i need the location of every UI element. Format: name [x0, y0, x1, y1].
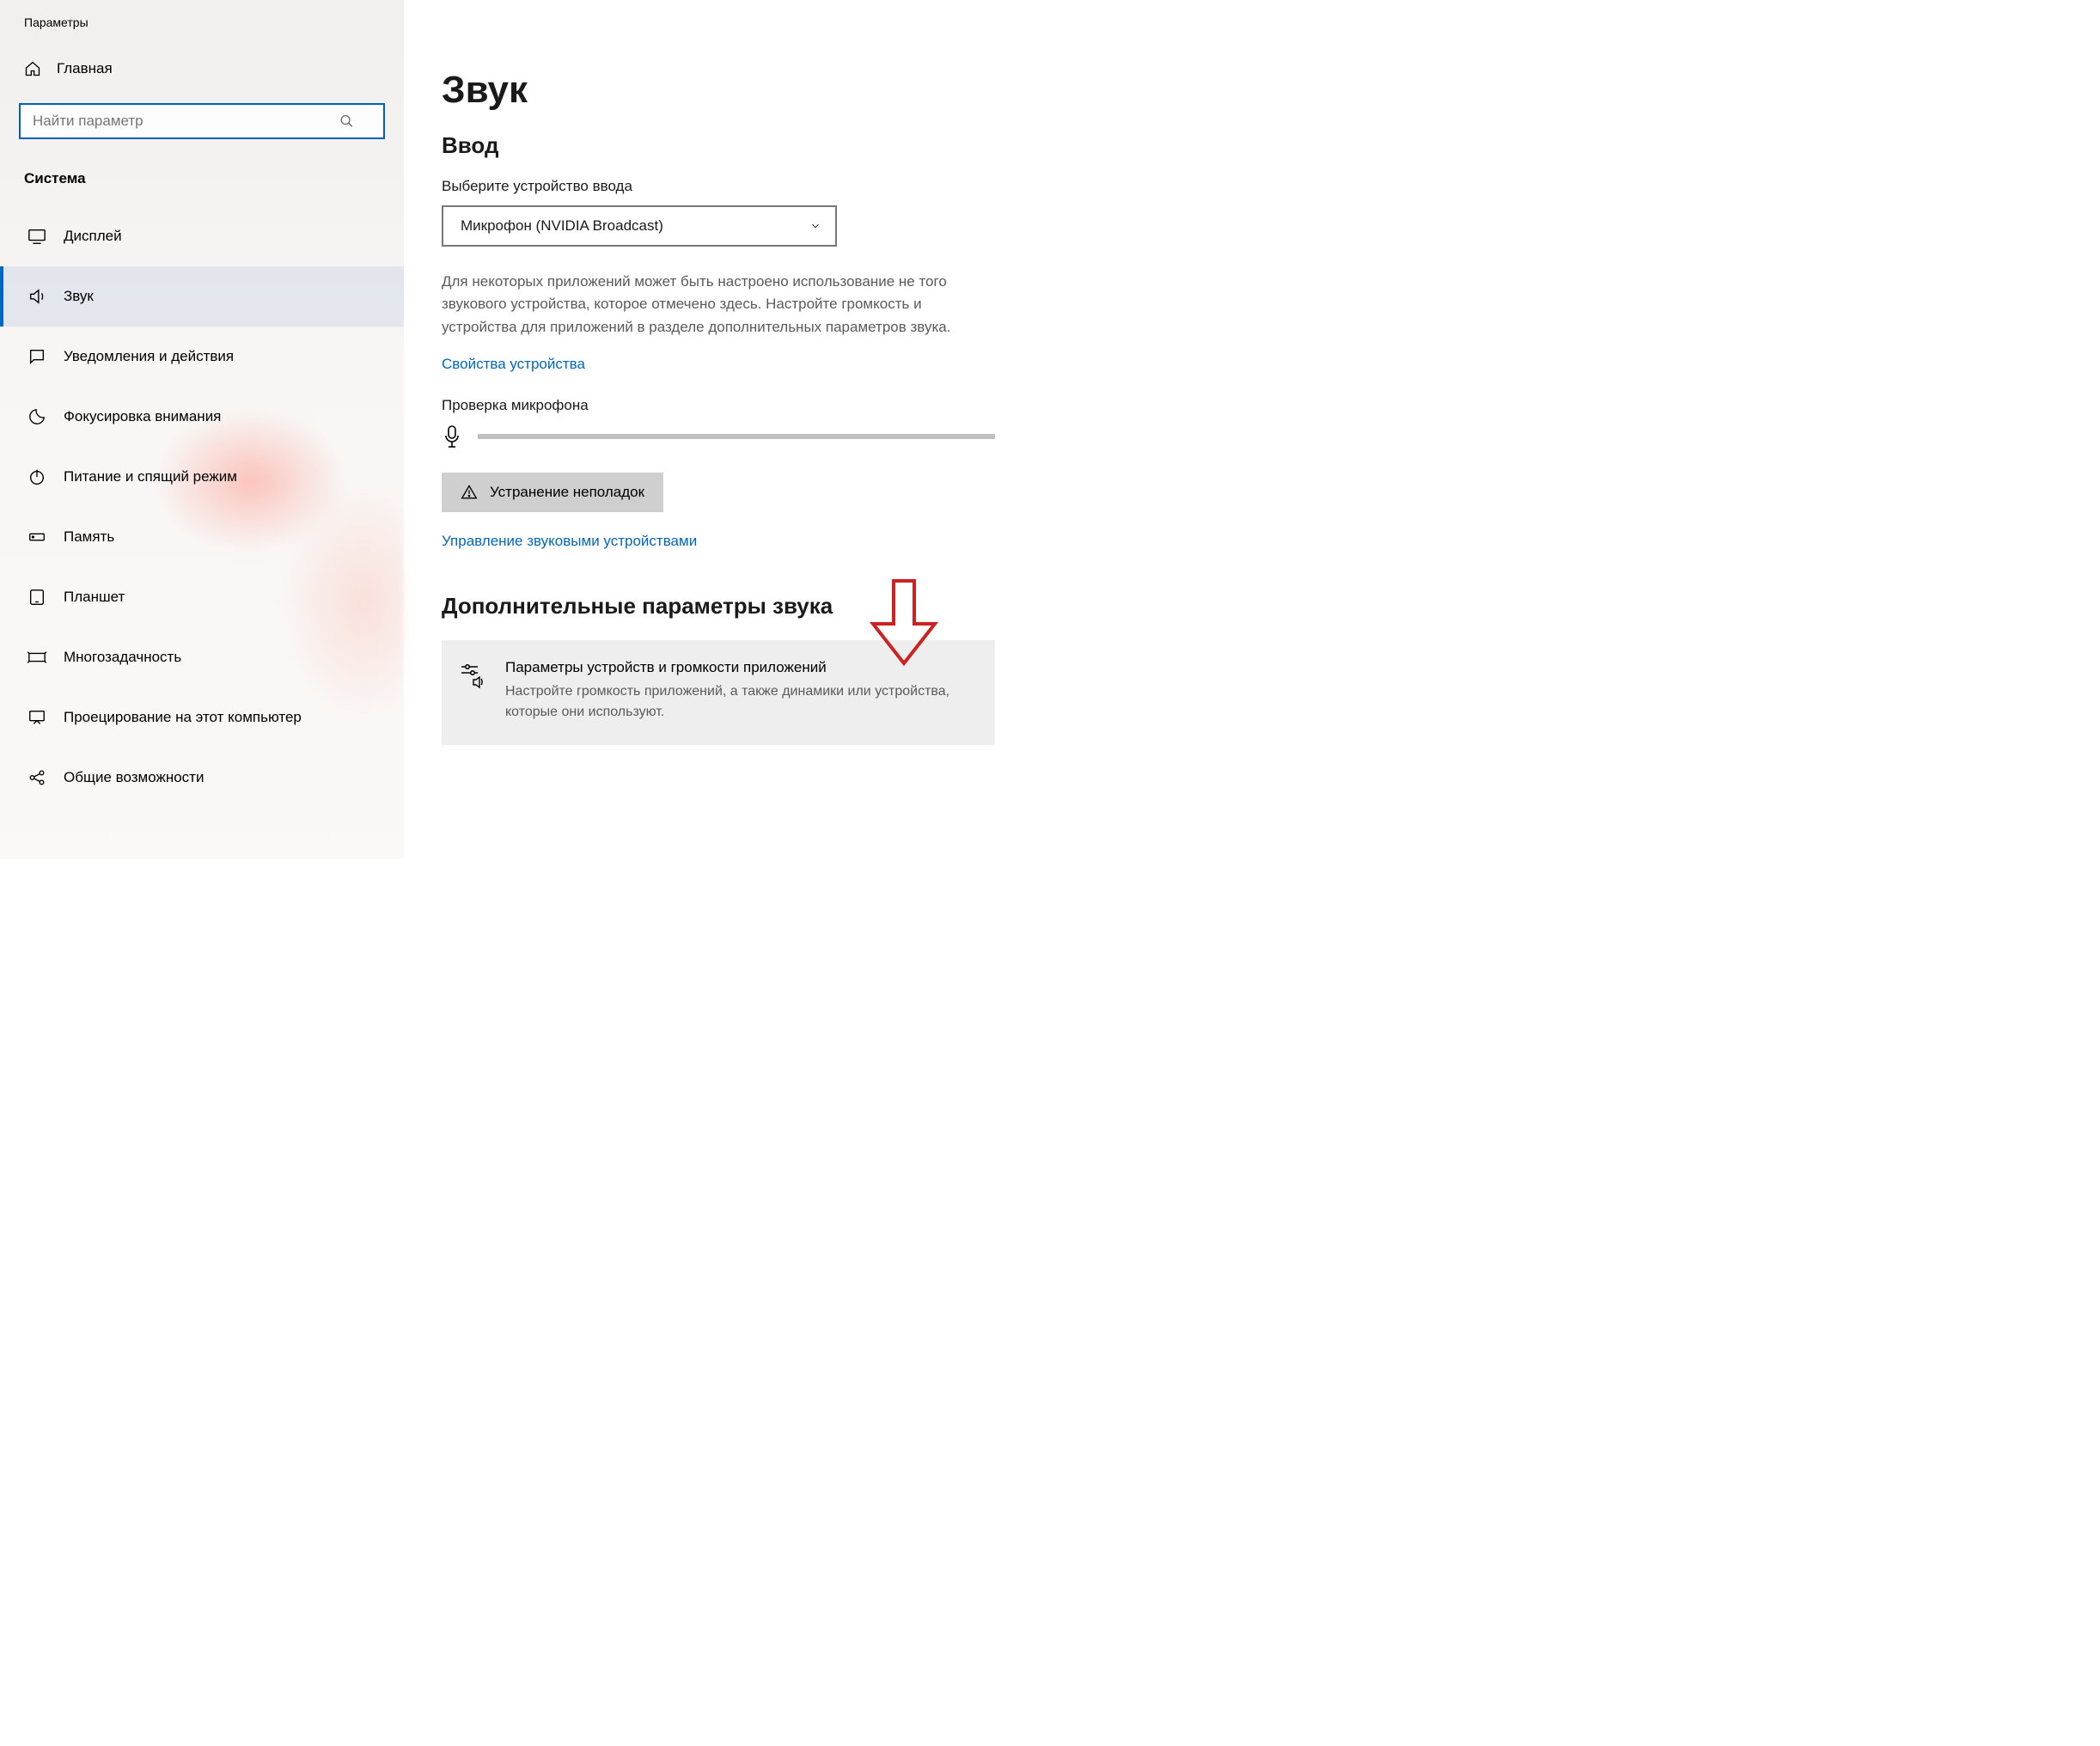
sidebar: Параметры Главная Система Дисплей: [0, 0, 404, 859]
sidebar-home[interactable]: Главная: [0, 50, 404, 88]
mic-level-bar: [478, 434, 995, 439]
sliders-sound-icon: [459, 661, 486, 688]
sidebar-item-label: Общие возможности: [64, 769, 204, 786]
sidebar-item-label: Фокусировка внимания: [64, 408, 221, 425]
warning-icon: [461, 484, 478, 501]
sidebar-item-label: Питание и спящий режим: [64, 468, 237, 485]
app-volume-tile[interactable]: Параметры устройств и громкости приложен…: [442, 640, 995, 745]
mic-test-row: [442, 424, 995, 449]
page-title: Звук: [442, 69, 995, 112]
sidebar-home-label: Главная: [57, 60, 113, 77]
sidebar-item-label: Звук: [64, 288, 94, 305]
sidebar-item-label: Память: [64, 528, 114, 546]
device-properties-link[interactable]: Свойства устройства: [442, 356, 585, 373]
share-icon: [27, 768, 46, 787]
input-help-text: Для некоторых приложений может быть наст…: [442, 271, 995, 339]
home-icon: [24, 60, 41, 77]
tablet-icon: [27, 588, 46, 607]
app-title: Параметры: [0, 7, 404, 50]
sidebar-section-label: Система: [0, 162, 404, 206]
tile-desc: Настройте громкость приложений, а также …: [505, 681, 973, 723]
display-icon: [27, 227, 46, 246]
storage-icon: [27, 528, 46, 546]
sidebar-item-project[interactable]: Проецирование на этот компьютер: [0, 687, 404, 748]
sidebar-item-power[interactable]: Питание и спящий режим: [0, 447, 404, 507]
input-device-label: Выберите устройство ввода: [442, 178, 995, 195]
sidebar-item-focus[interactable]: Фокусировка внимания: [0, 387, 404, 447]
sidebar-item-label: Многозадачность: [64, 649, 181, 666]
tile-title: Параметры устройств и громкости приложен…: [505, 659, 973, 676]
sidebar-item-label: Проецирование на этот компьютер: [64, 709, 302, 726]
moon-icon: [27, 407, 46, 426]
sound-icon: [27, 287, 46, 306]
sidebar-item-label: Дисплей: [64, 228, 122, 245]
sidebar-item-sound[interactable]: Звук: [0, 266, 404, 327]
sidebar-item-label: Планшет: [64, 589, 125, 606]
input-heading: Ввод: [442, 132, 995, 159]
main-content: Звук Ввод Выберите устройство ввода Микр…: [404, 0, 1050, 859]
input-device-value: Микрофон (NVIDIA Broadcast): [461, 217, 663, 235]
power-icon: [27, 467, 46, 486]
nav-list: Дисплей Звук Уведомления и действия Фоку…: [0, 206, 404, 808]
sidebar-item-multitask[interactable]: Многозадачность: [0, 627, 404, 687]
multitask-icon: [27, 648, 46, 667]
troubleshoot-label: Устранение неполадок: [490, 484, 644, 501]
tile-text: Параметры устройств и громкости приложен…: [505, 659, 973, 723]
sidebar-item-storage[interactable]: Память: [0, 507, 404, 567]
sidebar-item-display[interactable]: Дисплей: [0, 206, 404, 266]
search-input[interactable]: [19, 103, 385, 139]
extra-heading: Дополнительные параметры звука: [442, 593, 995, 620]
sidebar-item-label: Уведомления и действия: [64, 348, 234, 365]
microphone-icon: [442, 424, 462, 449]
notifications-icon: [27, 347, 46, 366]
sidebar-item-tablet[interactable]: Планшет: [0, 567, 404, 627]
search-wrap: [19, 103, 385, 139]
sidebar-item-share[interactable]: Общие возможности: [0, 748, 404, 808]
project-icon: [27, 708, 46, 727]
sidebar-item-notifications[interactable]: Уведомления и действия: [0, 327, 404, 387]
chevron-down-icon: [809, 220, 821, 232]
manage-devices-link[interactable]: Управление звуковыми устройствами: [442, 533, 697, 550]
mic-test-label: Проверка микрофона: [442, 397, 995, 414]
troubleshoot-button[interactable]: Устранение неполадок: [442, 473, 663, 512]
input-device-dropdown[interactable]: Микрофон (NVIDIA Broadcast): [442, 205, 837, 247]
